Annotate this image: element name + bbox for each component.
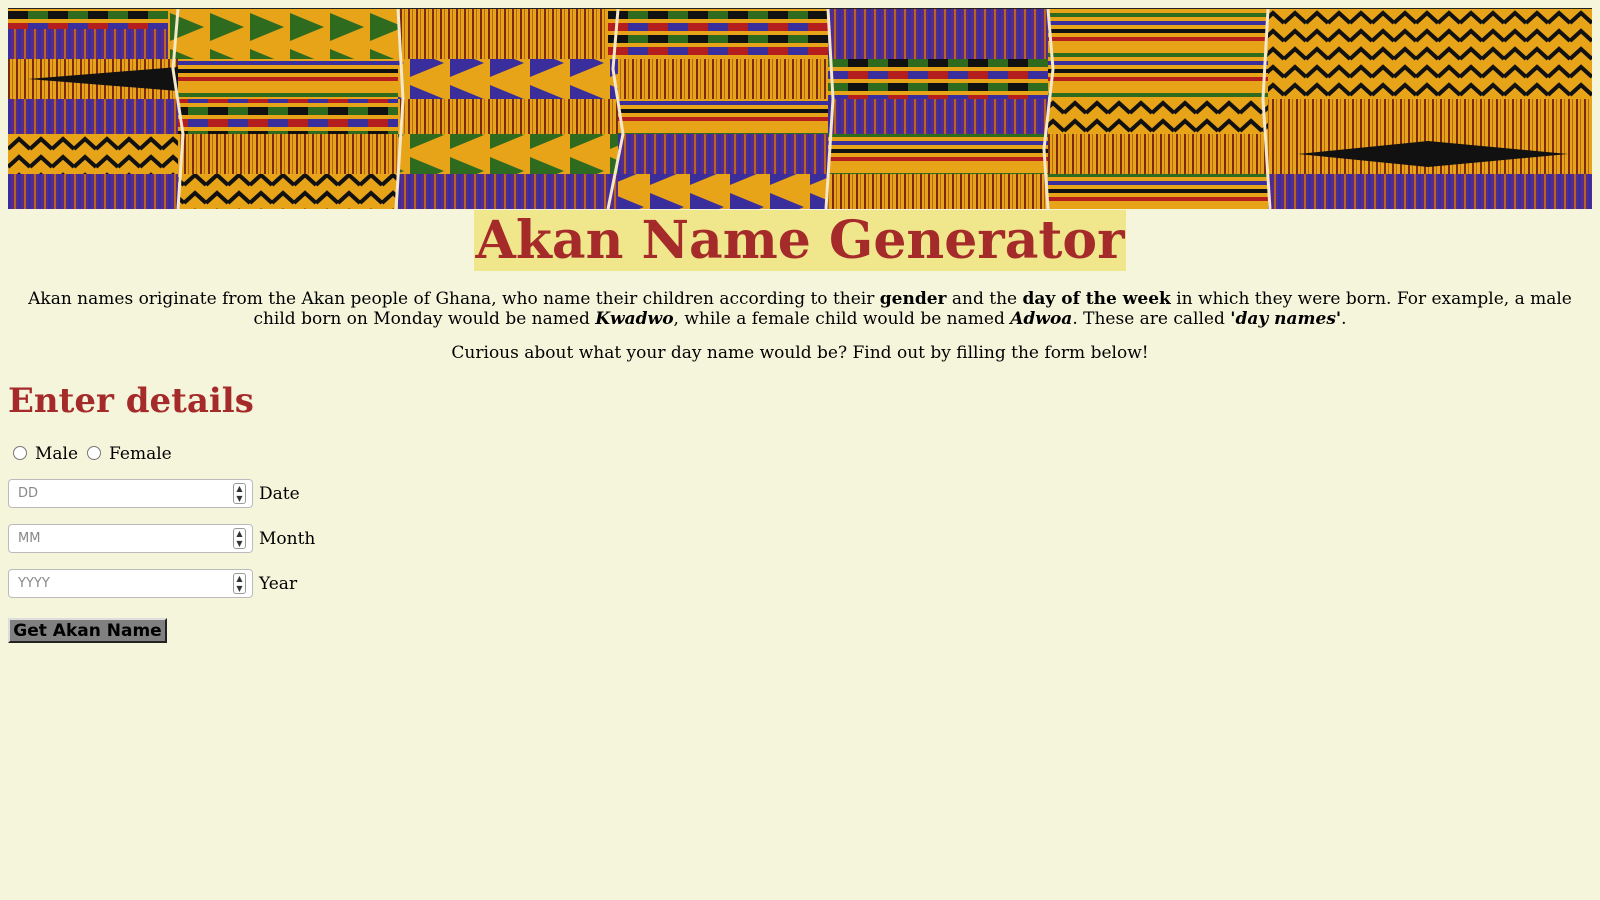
year-spinner[interactable]: ▲ ▼: [233, 573, 246, 594]
spin-up-icon[interactable]: ▲: [236, 529, 242, 538]
male-radio[interactable]: [13, 446, 27, 460]
year-input-placeholder: YYYY: [18, 576, 50, 591]
month-field-row: MM ▲ ▼ Month: [8, 524, 1592, 553]
page-title: Akan Name Generator: [8, 210, 1592, 271]
intro-text: Akan names originate from the Akan peopl…: [28, 289, 880, 309]
female-radio[interactable]: [87, 446, 102, 460]
year-field-row: YYYY ▲ ▼ Year: [8, 569, 1592, 598]
intro-day-of-week-bold: day of the week: [1022, 289, 1171, 309]
intro-text: .: [1341, 309, 1347, 329]
month-input-placeholder: MM: [18, 531, 41, 546]
intro-text: , while a female child would be named: [673, 309, 1011, 329]
intro-paragraph: Akan names originate from the Akan peopl…: [16, 289, 1584, 329]
page-title-text: Akan Name Generator: [473, 210, 1127, 271]
gender-radio-group: Male Female: [8, 443, 1592, 465]
month-label: Month: [259, 528, 316, 549]
spin-up-icon[interactable]: ▲: [236, 574, 242, 583]
spin-down-icon[interactable]: ▼: [236, 584, 242, 593]
intro-gender-bold: gender: [879, 289, 947, 309]
date-input-placeholder: DD: [18, 486, 39, 501]
spin-down-icon[interactable]: ▼: [236, 494, 242, 503]
intro-text: and the: [946, 289, 1023, 309]
spin-down-icon[interactable]: ▼: [236, 539, 242, 548]
intro-kwadwo: Kwadwo: [595, 309, 674, 329]
year-input[interactable]: YYYY ▲ ▼: [8, 569, 253, 598]
get-akan-name-button[interactable]: Get Akan Name: [8, 618, 167, 643]
intro-adwoa: Adwoa: [1010, 309, 1073, 329]
date-spinner[interactable]: ▲ ▼: [233, 483, 246, 504]
intro-text: . These are called: [1072, 309, 1231, 329]
page: Akan Name Generator Akan names originate…: [8, 8, 1592, 643]
date-label: Date: [259, 483, 300, 504]
female-radio-label[interactable]: Female: [109, 444, 172, 464]
year-label: Year: [259, 573, 298, 594]
month-spinner[interactable]: ▲ ▼: [233, 528, 246, 549]
form-heading: Enter details: [8, 381, 254, 421]
date-input[interactable]: DD ▲ ▼: [8, 479, 253, 508]
spin-up-icon[interactable]: ▲: [236, 484, 242, 493]
cta-paragraph: Curious about what your day name would b…: [451, 343, 1149, 363]
kente-banner-image: [8, 8, 1592, 209]
male-radio-label[interactable]: Male: [35, 444, 78, 464]
date-field-row: DD ▲ ▼ Date: [8, 479, 1592, 508]
intro-day-names: 'day names': [1230, 309, 1342, 329]
month-input[interactable]: MM ▲ ▼: [8, 524, 253, 553]
